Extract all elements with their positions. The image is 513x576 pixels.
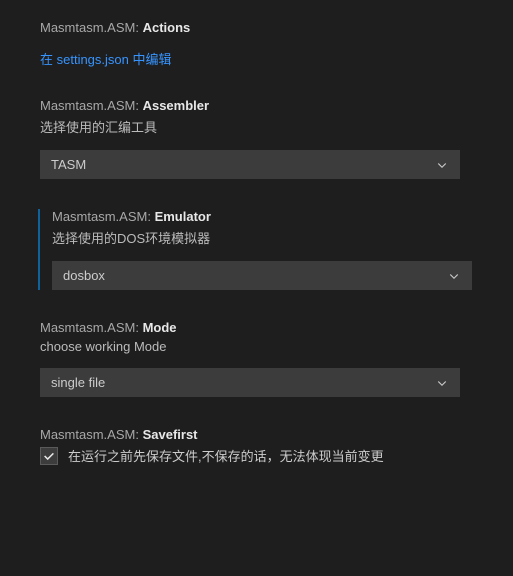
setting-prefix: Masmtasm.ASM:	[40, 427, 143, 442]
setting-name: Mode	[143, 320, 177, 335]
select-value: TASM	[51, 157, 86, 172]
savefirst-label: 在运行之前先保存文件,不保存的话，无法体现当前变更	[68, 446, 384, 465]
chevron-down-icon	[435, 158, 449, 172]
setting-actions: Masmtasm.ASM: Actions 在 settings.json 中编…	[40, 20, 483, 68]
setting-savefirst: Masmtasm.ASM: Savefirst 在运行之前先保存文件,不保存的话…	[40, 427, 483, 465]
mode-select[interactable]: single file	[40, 368, 460, 397]
emulator-select[interactable]: dosbox	[52, 261, 472, 290]
chevron-down-icon	[447, 269, 461, 283]
setting-assembler: Masmtasm.ASM: Assembler 选择使用的汇编工具 TASM	[40, 98, 483, 179]
setting-prefix: Masmtasm.ASM:	[40, 20, 143, 35]
setting-emulator: Masmtasm.ASM: Emulator 选择使用的DOS环境模拟器 dos…	[40, 209, 483, 290]
setting-name: Assembler	[143, 98, 209, 113]
setting-prefix: Masmtasm.ASM:	[40, 320, 143, 335]
setting-desc-mode: choose working Mode	[40, 339, 483, 354]
setting-prefix: Masmtasm.ASM:	[40, 98, 143, 113]
setting-title-actions: Masmtasm.ASM: Actions	[40, 20, 483, 35]
setting-name: Emulator	[155, 209, 211, 224]
savefirst-checkbox[interactable]	[40, 447, 58, 465]
setting-title-emulator: Masmtasm.ASM: Emulator	[52, 209, 483, 224]
chevron-down-icon	[435, 376, 449, 390]
savefirst-checkbox-row: 在运行之前先保存文件,不保存的话，无法体现当前变更	[40, 446, 483, 465]
setting-mode: Masmtasm.ASM: Mode choose working Mode s…	[40, 320, 483, 397]
edit-in-settings-json-link[interactable]: 在 settings.json 中编辑	[40, 49, 172, 68]
assembler-select[interactable]: TASM	[40, 150, 460, 179]
select-value: dosbox	[63, 268, 105, 283]
setting-title-savefirst: Masmtasm.ASM: Savefirst	[40, 427, 483, 442]
setting-desc-assembler: 选择使用的汇编工具	[40, 117, 483, 136]
setting-name: Actions	[143, 20, 191, 35]
setting-title-assembler: Masmtasm.ASM: Assembler	[40, 98, 483, 113]
select-value: single file	[51, 375, 105, 390]
setting-title-mode: Masmtasm.ASM: Mode	[40, 320, 483, 335]
setting-name: Savefirst	[143, 427, 198, 442]
setting-prefix: Masmtasm.ASM:	[52, 209, 155, 224]
setting-desc-emulator: 选择使用的DOS环境模拟器	[52, 228, 483, 247]
